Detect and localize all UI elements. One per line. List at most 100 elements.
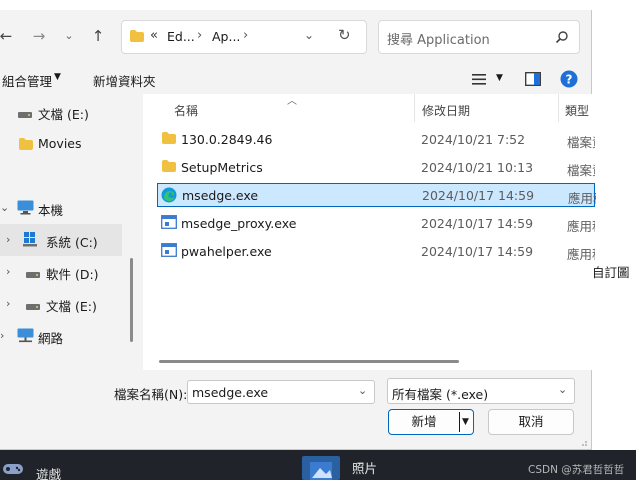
- folder-icon: [129, 29, 145, 46]
- nav-item-this-pc[interactable]: ⌄ 本機: [0, 192, 122, 224]
- organize-dropdown-icon[interactable]: ▼: [54, 72, 61, 82]
- folder-icon: [161, 159, 177, 173]
- breadcrumb-separator-trailing[interactable]: ›: [243, 28, 248, 43]
- view-options-icon[interactable]: [472, 74, 486, 88]
- file-type-filter-select[interactable]: 所有檔案 (*.exe) ⌄: [387, 378, 575, 404]
- chevron-right-icon[interactable]: ›: [6, 297, 10, 310]
- organize-button[interactable]: 組合管理: [2, 71, 52, 90]
- file-name: msedge_proxy.exe: [181, 216, 297, 231]
- open-button-label: 新增: [411, 414, 437, 429]
- file-name: msedge.exe: [182, 188, 259, 203]
- search-icon[interactable]: [555, 30, 569, 47]
- back-icon[interactable]: ←: [0, 22, 18, 50]
- nav-item-drive-e[interactable]: 文檔 (E:): [0, 96, 122, 128]
- nav-pane-scrollbar[interactable]: [130, 258, 133, 342]
- nav-item-drive-e-2[interactable]: › 文檔 (E:): [0, 288, 122, 320]
- breadcrumb-overflow[interactable]: «: [150, 28, 158, 43]
- forward-icon[interactable]: →: [27, 22, 51, 50]
- file-type: 檔案資料夾: [567, 135, 595, 150]
- nav-item-drive-d[interactable]: › 軟件 (D:): [0, 256, 122, 288]
- navigation-pane: 文檔 (E:) Movies ⌄ 本機 › 系統 (C:) › 軟件 (D:) …: [0, 94, 136, 370]
- folder-icon: [18, 137, 34, 154]
- breadcrumb-segment-application[interactable]: Ap...: [212, 29, 240, 44]
- desktop-background-window: [592, 0, 636, 455]
- file-list-pane: ︿ 名稱 修改日期 類型 130.0.2849.46 2024/10/21 7:…: [143, 94, 596, 370]
- breadcrumb-separator[interactable]: ›: [197, 28, 202, 43]
- file-type: 檔案資料夾: [567, 163, 595, 178]
- file-open-dialog: ← → ⌄ ↑ « Ed... › Ap... › ⌄ ↻ 搜尋 Applica…: [0, 0, 596, 450]
- file-type: 應用程式: [567, 219, 595, 234]
- network-icon: [17, 328, 34, 346]
- drive-icon: [26, 268, 40, 282]
- preview-pane-icon[interactable]: [525, 72, 541, 89]
- file-row[interactable]: pwahelper.exe 2024/10/17 14:59 應用程式: [157, 239, 595, 263]
- column-separator[interactable]: [558, 94, 559, 122]
- file-row[interactable]: SetupMetrics 2024/10/21 10:13 檔案資料夾: [157, 155, 595, 179]
- application-icon: [161, 215, 177, 229]
- file-name: 130.0.2849.46: [181, 132, 273, 147]
- chevron-down-icon[interactable]: ⌄: [558, 383, 567, 396]
- computer-icon: [17, 200, 34, 218]
- edge-browser-icon: [161, 187, 177, 203]
- split-button-divider: [459, 412, 460, 432]
- search-input[interactable]: 搜尋 Application: [387, 29, 490, 48]
- drive-icon: [26, 300, 40, 314]
- drive-icon: [18, 108, 32, 122]
- address-history-chevron-icon[interactable]: ⌄: [304, 28, 314, 42]
- filename-history-chevron-icon[interactable]: ⌄: [358, 384, 367, 397]
- address-bar[interactable]: « Ed... › Ap... › ⌄ ↻: [121, 20, 367, 54]
- help-icon[interactable]: ?: [560, 70, 578, 91]
- up-folder-icon[interactable]: ↑: [86, 22, 110, 50]
- breadcrumb-segment-edge[interactable]: Ed...: [167, 29, 195, 44]
- filename-label: 檔案名稱(N):: [114, 387, 188, 402]
- file-date: 2024/10/17 14:59: [422, 188, 535, 203]
- view-dropdown-icon[interactable]: ▼: [496, 73, 503, 83]
- file-name: SetupMetrics: [181, 160, 263, 175]
- file-date: 2024/10/21 10:13: [421, 160, 534, 175]
- file-row[interactable]: 130.0.2849.46 2024/10/21 7:52 檔案資料夾: [157, 127, 595, 151]
- sort-ascending-icon: ︿: [287, 96, 297, 107]
- dialog-footer: 檔案名稱(N): msedge.exe ⌄ 所有檔案 (*.exe) ⌄ 新增 …: [0, 370, 592, 450]
- file-type: 應用程式: [568, 191, 596, 206]
- file-row[interactable]: msedge_proxy.exe 2024/10/17 14:59 應用程式: [157, 211, 595, 235]
- background-window-text: 自訂圖: [592, 265, 630, 280]
- desktop-item-game-label: 遊戲: [36, 467, 62, 480]
- chevron-right-icon[interactable]: ›: [6, 233, 10, 246]
- open-options-dropdown-icon[interactable]: ▼: [462, 410, 469, 434]
- photos-icon[interactable]: [302, 456, 340, 480]
- open-button[interactable]: 新增 ▼: [388, 409, 474, 435]
- file-type: 應用程式: [567, 247, 595, 262]
- new-folder-button[interactable]: 新增資料夾: [93, 71, 156, 90]
- file-date: 2024/10/21 7:52: [421, 132, 526, 147]
- filename-input[interactable]: msedge.exe ⌄: [187, 380, 375, 404]
- dialog-title-strip: [0, 0, 592, 10]
- search-box[interactable]: 搜尋 Application: [378, 20, 580, 54]
- chevron-right-icon[interactable]: ›: [0, 329, 4, 342]
- desktop-item-photos-label: 照片: [352, 461, 378, 476]
- column-header-type[interactable]: 類型: [565, 102, 591, 119]
- nav-item-drive-c[interactable]: › 系統 (C:): [0, 224, 122, 256]
- nav-item-network[interactable]: › 網路: [0, 320, 122, 352]
- windows-drive-icon: [22, 231, 38, 250]
- recent-locations-chevron-icon[interactable]: ⌄: [57, 22, 81, 50]
- column-separator[interactable]: [414, 94, 415, 122]
- watermark-text: CSDN @苏君哲哲哲: [528, 464, 625, 476]
- file-name: pwahelper.exe: [181, 244, 272, 259]
- cancel-button-label: 取消: [518, 414, 544, 429]
- file-date: 2024/10/17 14:59: [421, 216, 534, 231]
- file-date: 2024/10/17 14:59: [421, 244, 534, 259]
- column-header-name[interactable]: 名稱: [174, 102, 198, 119]
- chevron-right-icon[interactable]: ›: [6, 265, 10, 278]
- horizontal-scrollbar[interactable]: [159, 360, 459, 363]
- file-row-selected[interactable]: msedge.exe 2024/10/17 14:59 應用程式: [157, 183, 596, 207]
- svg-text:?: ?: [566, 73, 573, 87]
- refresh-icon[interactable]: ↻: [338, 26, 351, 44]
- chevron-down-icon[interactable]: ⌄: [0, 201, 9, 214]
- cancel-button[interactable]: 取消: [488, 409, 574, 435]
- nav-item-movies[interactable]: Movies: [0, 128, 122, 160]
- application-icon: [161, 243, 177, 257]
- resize-grip-icon[interactable]: [578, 436, 588, 446]
- command-toolbar: 組合管理 ▼ 新增資料夾 ▼ ?: [0, 64, 592, 94]
- gamepad-icon: [2, 462, 24, 479]
- column-header-date[interactable]: 修改日期: [422, 102, 470, 119]
